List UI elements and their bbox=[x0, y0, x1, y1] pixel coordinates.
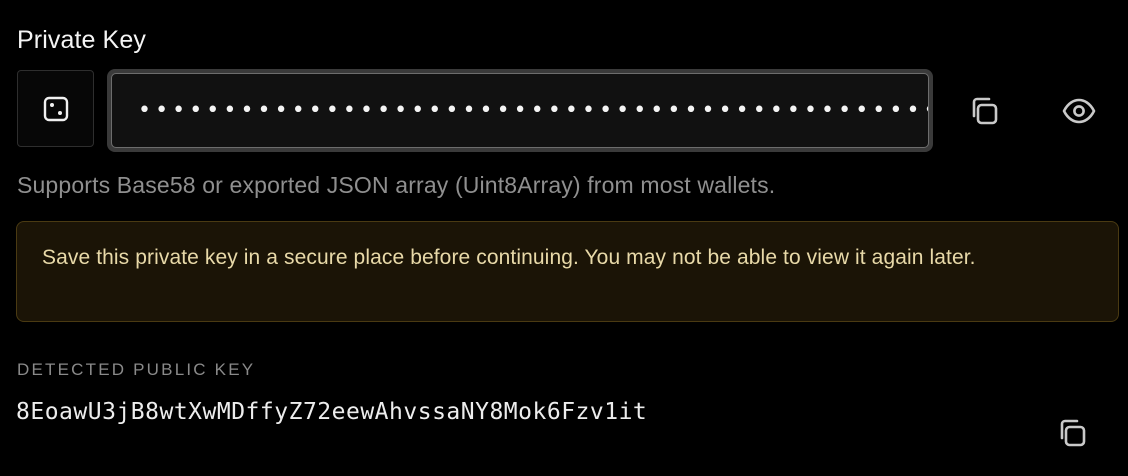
helper-text: Supports Base58 or exported JSON array (… bbox=[17, 172, 776, 198]
copy-icon bbox=[1056, 417, 1088, 449]
warning-box: Save this private key in a secure place … bbox=[16, 221, 1119, 322]
eye-icon bbox=[1062, 98, 1096, 124]
toggle-visibility-button[interactable] bbox=[1057, 91, 1101, 131]
copy-icon bbox=[968, 95, 1000, 127]
dice-icon bbox=[42, 95, 70, 123]
copy-private-key-button[interactable] bbox=[962, 91, 1006, 131]
copy-public-key-button[interactable] bbox=[1052, 413, 1092, 453]
public-key-value: 8EoawU3jB8wtXwMDffyZ72eewAhvssaNY8Mok6Fz… bbox=[16, 399, 648, 425]
private-key-input[interactable] bbox=[111, 73, 929, 148]
private-key-input-wrapper bbox=[107, 69, 933, 152]
generate-key-button[interactable] bbox=[17, 70, 94, 147]
public-key-label: DETECTED PUBLIC KEY bbox=[17, 360, 256, 379]
private-key-label: Private Key bbox=[17, 26, 146, 54]
warning-text: Save this private key in a secure place … bbox=[42, 246, 976, 269]
